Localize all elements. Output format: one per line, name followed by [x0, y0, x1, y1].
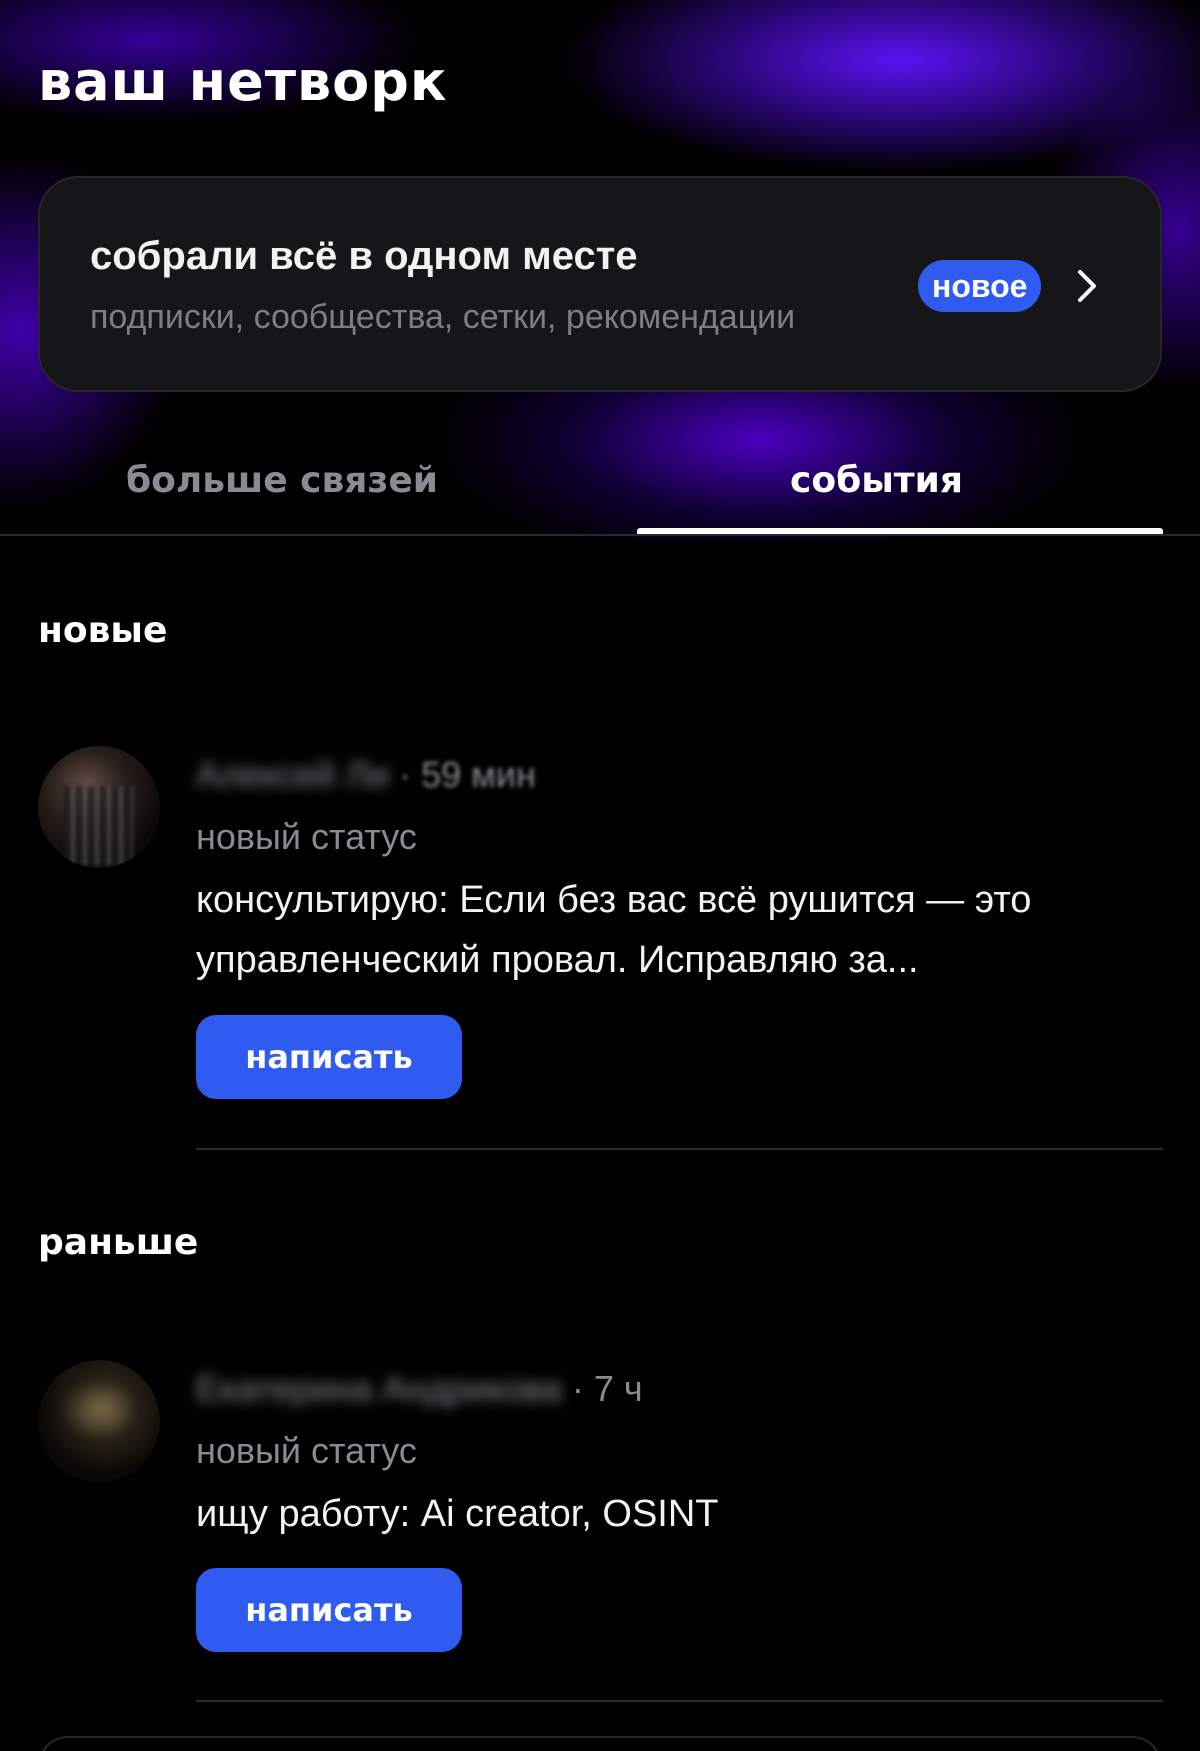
- author-name: Алексей Ли: [196, 754, 390, 795]
- promo-title: собрали всё в одном месте: [90, 234, 638, 278]
- divider: [196, 1148, 1163, 1150]
- event-time: 7 ч: [593, 1368, 643, 1409]
- event-text: ищу работу: Ai creator, OSINT: [196, 1493, 719, 1535]
- tab-bar: больше связей события: [0, 440, 1200, 536]
- section-title-earlier: раньше: [38, 1222, 199, 1263]
- promo-card[interactable]: собрали всё в одном месте подписки, сооб…: [38, 176, 1162, 392]
- avatar[interactable]: [38, 746, 160, 868]
- promo-subtitle: подписки, сообщества, сетки, рекомендаци…: [90, 298, 796, 336]
- section-title-new: новые: [38, 610, 168, 651]
- page-title: ваш нетворк: [38, 50, 448, 113]
- tab-more-connections[interactable]: больше связей: [126, 460, 438, 501]
- network-page: ваш нетворк собрали всё в одном месте по…: [0, 0, 1200, 1751]
- event-time: 59 мин: [421, 754, 536, 795]
- active-tab-indicator: [637, 528, 1163, 534]
- chevron-right-icon: [1078, 270, 1096, 302]
- event-text: консультирую: Если без вас всё рушится —…: [196, 879, 1032, 981]
- author-name: Екатерина Андрикова: [196, 1368, 562, 1409]
- tab-events[interactable]: события: [790, 460, 963, 501]
- divider: [196, 1700, 1163, 1702]
- new-badge: новое: [918, 260, 1042, 312]
- event-type: новый статус: [196, 1430, 417, 1471]
- event-type: новый статус: [196, 816, 417, 857]
- avatar[interactable]: [38, 1360, 160, 1482]
- feed-item-author[interactable]: Алексей Ли · 59 мин: [196, 754, 536, 796]
- separator-dot: ·: [399, 754, 412, 795]
- feed-item-author[interactable]: Екатерина Андрикова · 7 ч: [196, 1368, 643, 1410]
- write-message-button[interactable]: написать: [196, 1568, 462, 1652]
- separator-dot: ·: [571, 1368, 584, 1409]
- next-card-edge: [38, 1736, 1162, 1751]
- write-message-button[interactable]: написать: [196, 1015, 462, 1099]
